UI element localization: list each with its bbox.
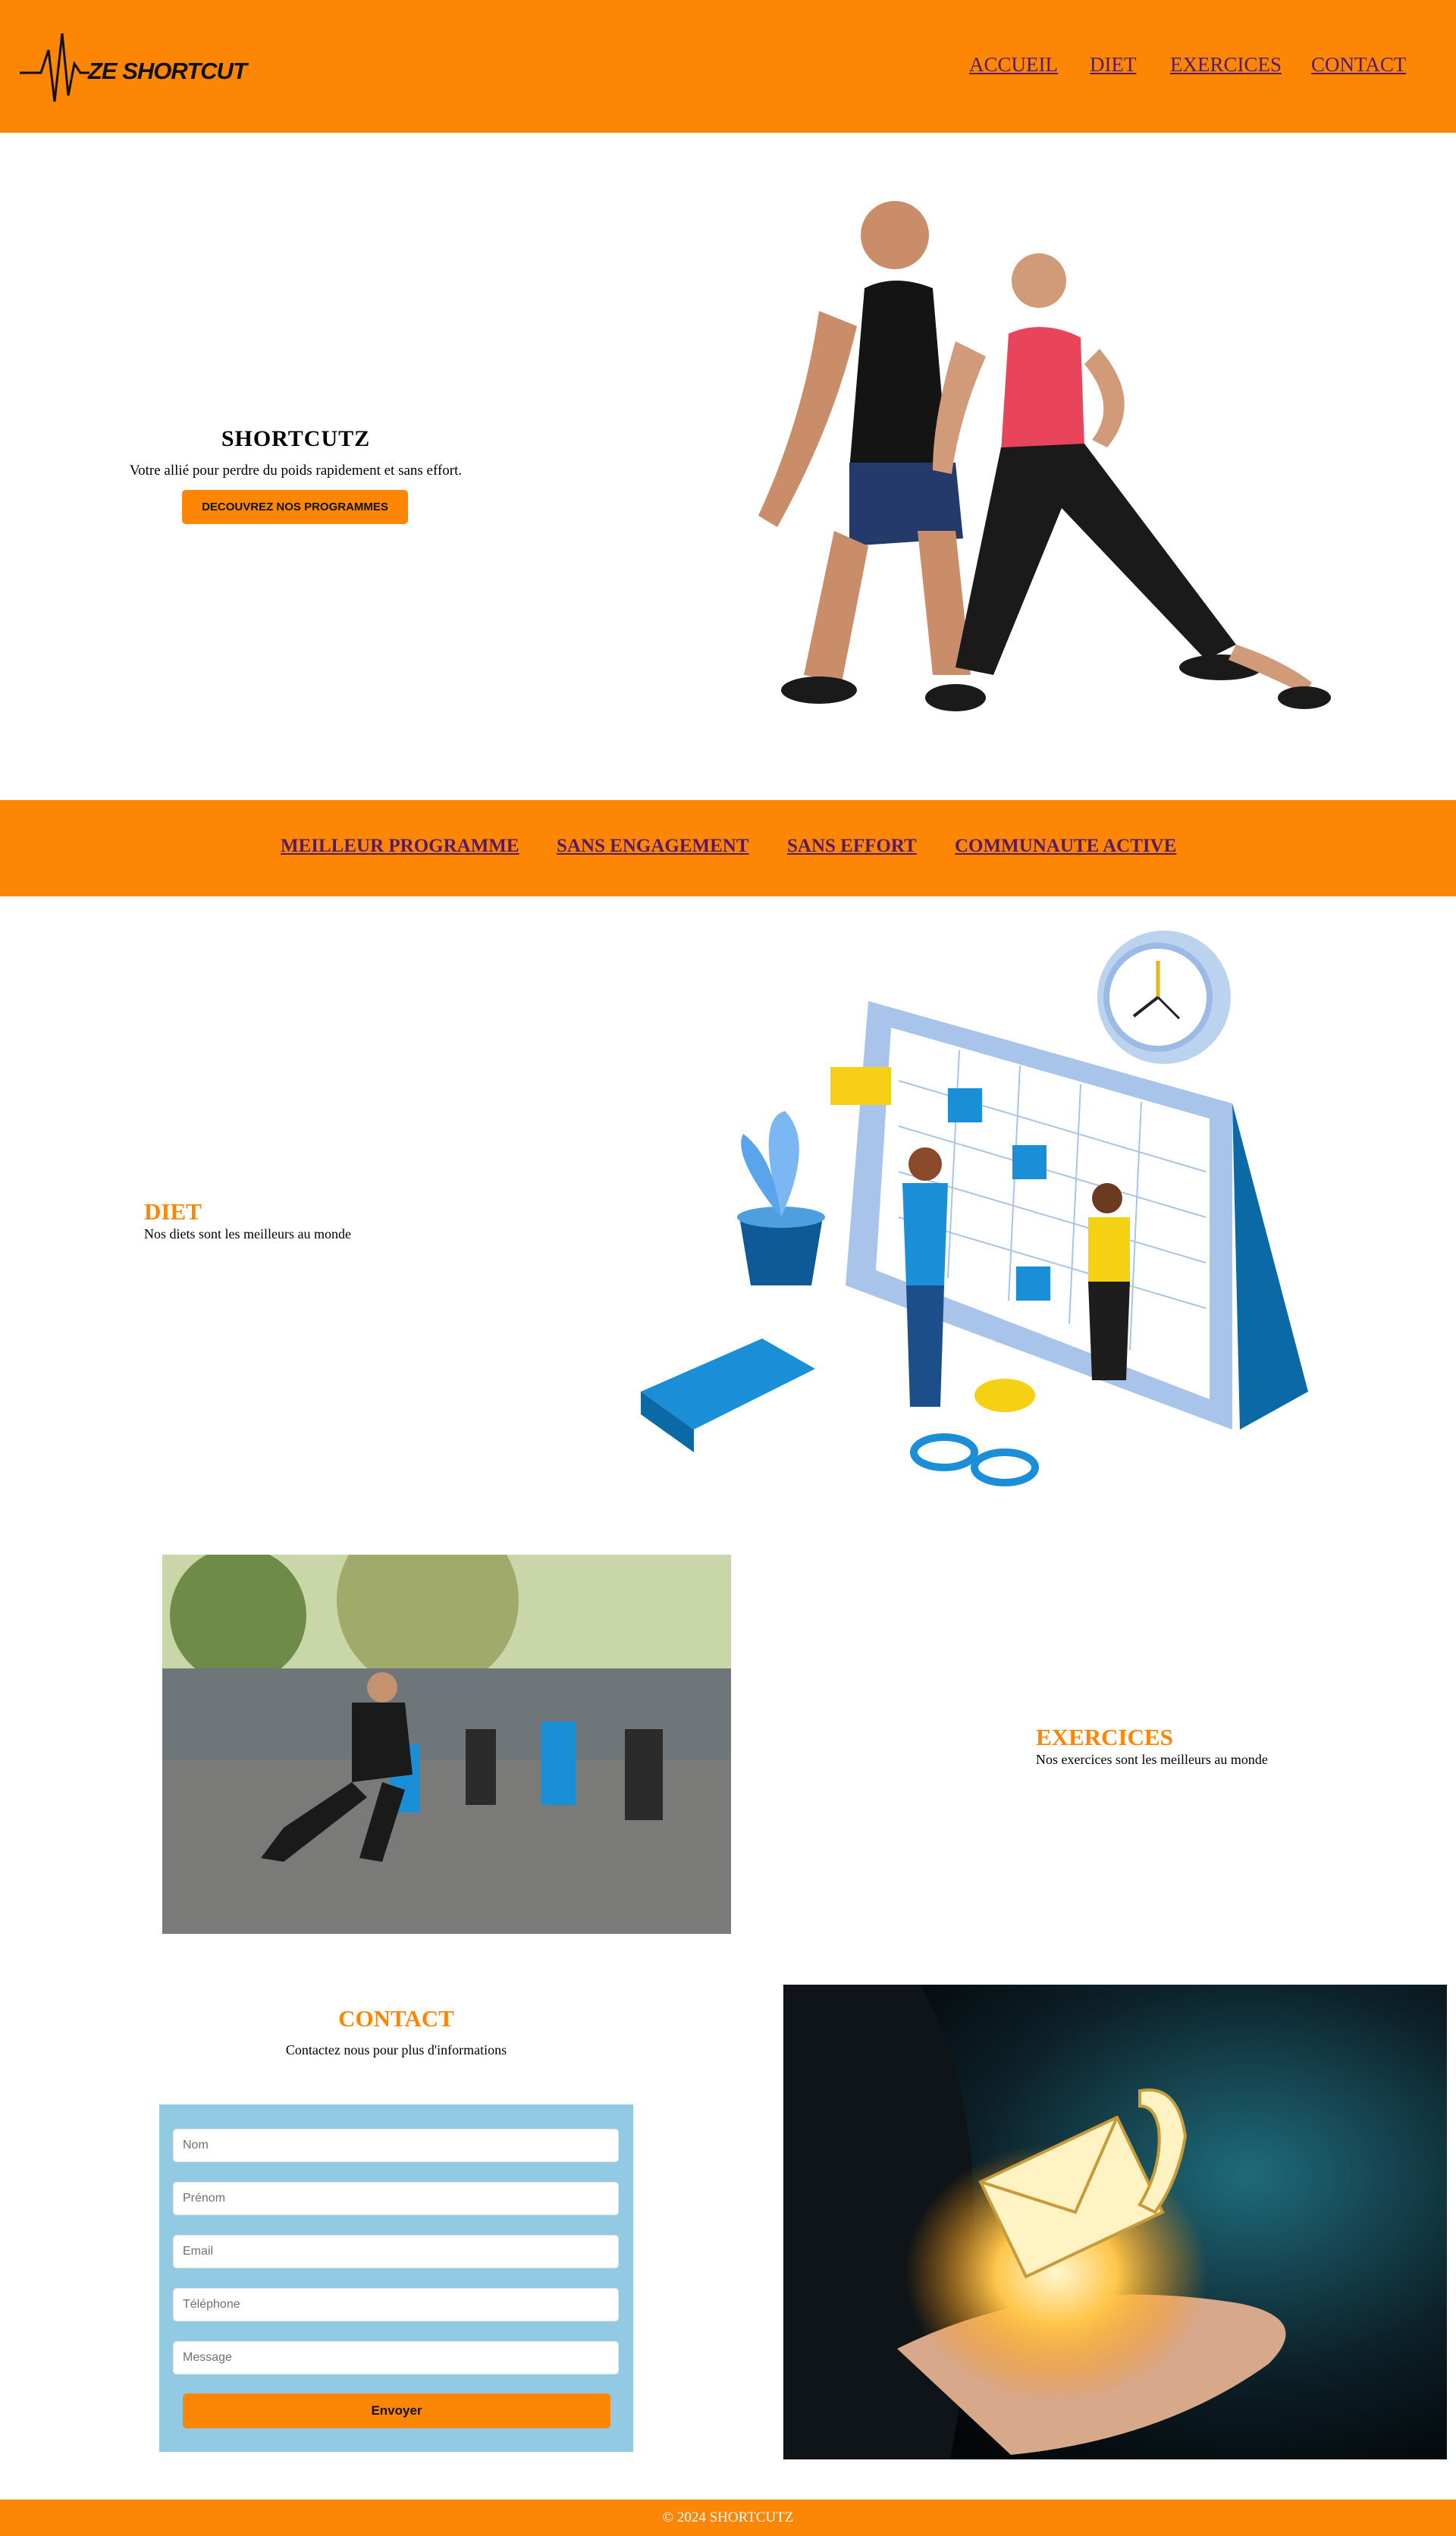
telephone-input[interactable] [173, 2288, 619, 2321]
hero-title: SHORTCUTZ [221, 426, 371, 451]
contact-form: Envoyer [159, 2104, 633, 2452]
contact-title: CONTACT [338, 2005, 454, 2032]
site-footer: © 2024 SHORTCUTZ [0, 2500, 1456, 2536]
contact-subtitle: Contactez nous pour plus d'informations [285, 2042, 507, 2057]
glowing-mail-hand-photo [783, 1985, 1447, 2459]
message-input[interactable] [173, 2341, 619, 2374]
link-sans-effort[interactable]: SANS EFFORT [787, 836, 917, 857]
link-sans-engagement[interactable]: SANS ENGAGEMENT [557, 836, 749, 857]
planning-calendar-illustration [641, 931, 1308, 1486]
exercices-text: Nos exercices sont les meilleurs au mond… [1036, 1752, 1268, 1767]
exercices-title: EXERCICES [1036, 1724, 1173, 1750]
discover-programs-button[interactable]: DECOUVREZ NOS PROGRAMMES [182, 490, 408, 524]
link-meilleur-programme[interactable]: MEILLEUR PROGRAMME [281, 836, 519, 857]
logo-text[interactable]: ZE SHORTCUT [88, 58, 247, 85]
email-input[interactable] [173, 2235, 619, 2268]
nav-accueil[interactable]: ACCUEIL [969, 53, 1058, 77]
nav-exercices[interactable]: EXERCICES [1170, 53, 1282, 77]
prenom-input[interactable] [173, 2182, 619, 2215]
hero-subtitle: Votre allié pour perdre du poids rapidem… [129, 463, 463, 479]
diet-title: DIET [144, 1198, 202, 1225]
diet-text: Nos diets sont les meilleurs au monde [144, 1226, 351, 1241]
link-communaute-active[interactable]: COMMUNAUTE ACTIVE [955, 836, 1176, 857]
fitness-couple-image [758, 201, 1331, 711]
nav-contact[interactable]: CONTACT [1311, 53, 1406, 77]
send-button[interactable]: Envoyer [183, 2393, 610, 2428]
nom-input[interactable] [173, 2129, 619, 2162]
nav-diet[interactable]: DIET [1090, 53, 1136, 77]
workout-photo [162, 1555, 731, 1934]
